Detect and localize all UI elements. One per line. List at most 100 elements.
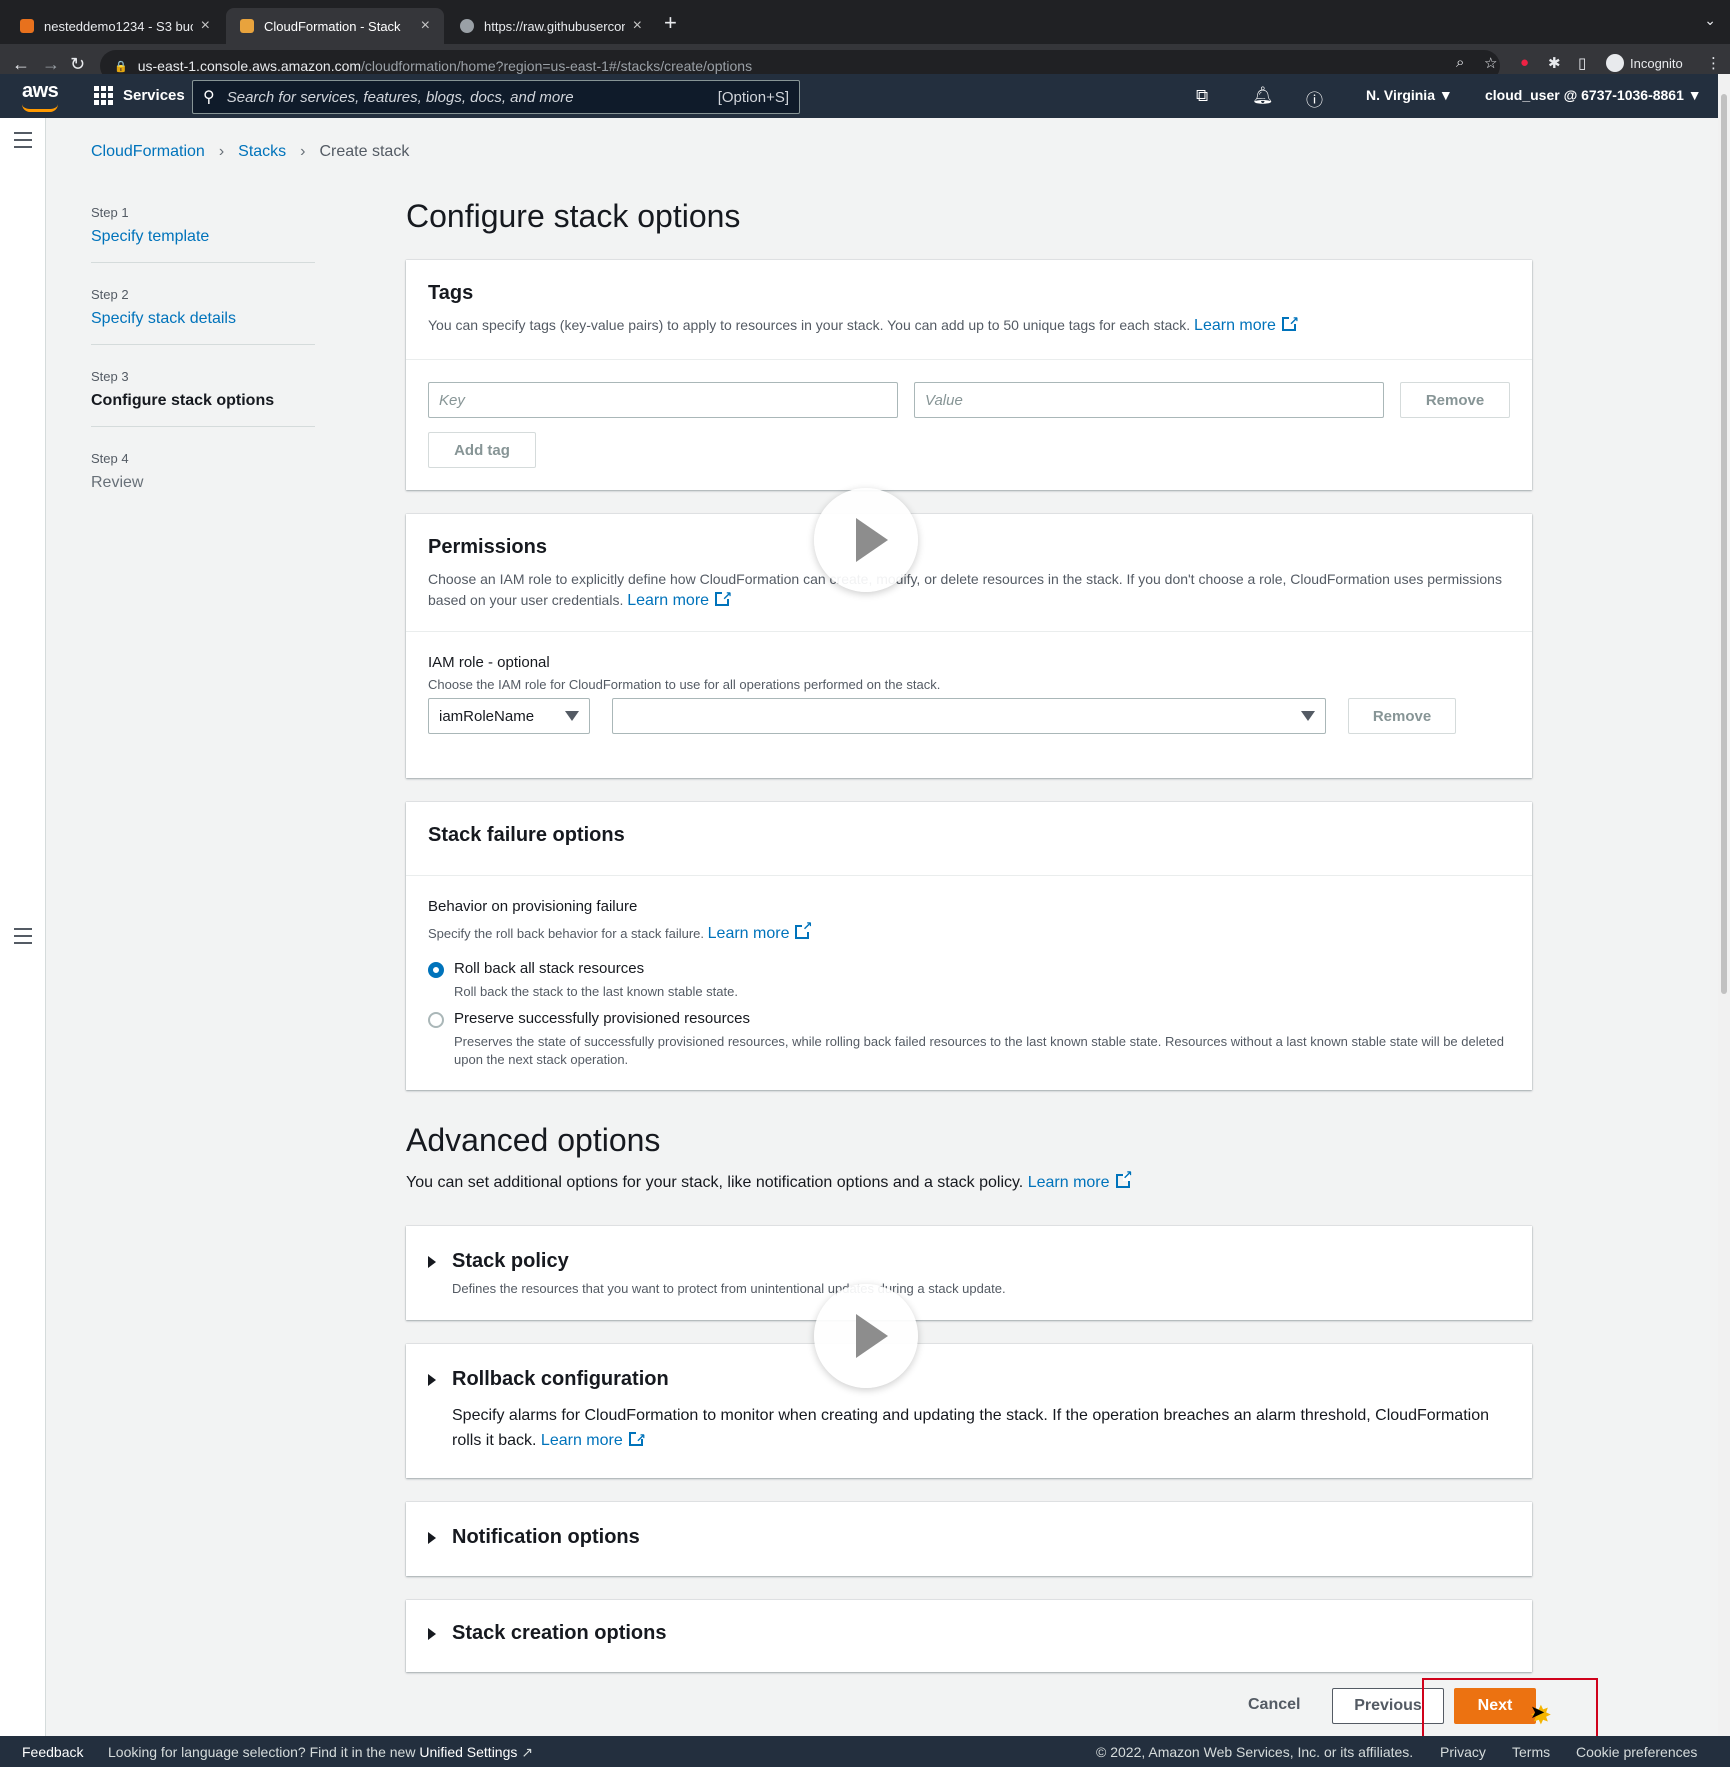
notification-options-section[interactable]: Notification options bbox=[406, 1502, 1532, 1576]
iam-role-name-select[interactable] bbox=[612, 698, 1326, 734]
failure-learn-more-link[interactable]: Learn more bbox=[708, 925, 790, 942]
step-number: Step 1 bbox=[91, 205, 129, 220]
chevron-right-icon: › bbox=[218, 143, 225, 160]
failure-behavior-description: Specify the roll back behavior for a sta… bbox=[428, 919, 812, 943]
caret-right-icon bbox=[428, 1627, 436, 1640]
permissions-panel: Permissions Choose an IAM role to explic… bbox=[406, 514, 1532, 778]
iam-role-type-select[interactable]: iamRoleName bbox=[428, 698, 590, 734]
region-selector[interactable]: N. Virginia ▼ bbox=[1366, 87, 1453, 103]
menu-hamburger-icon[interactable] bbox=[14, 132, 32, 153]
external-link-icon bbox=[715, 586, 732, 607]
rollback-configuration-header[interactable]: Rollback configuration bbox=[428, 1368, 1510, 1391]
notification-options-header[interactable]: Notification options bbox=[428, 1526, 1510, 1549]
page-scrollbar[interactable] bbox=[1718, 74, 1730, 1736]
feedback-link[interactable]: Feedback bbox=[22, 1744, 83, 1760]
url-host: us-east-1.console.aws.amazon.com bbox=[137, 58, 362, 74]
rollback-configuration-section[interactable]: Rollback configuration Specify alarms fo… bbox=[406, 1344, 1532, 1478]
aws-top-nav: aws Services ⚲ Search for services, feat… bbox=[0, 74, 1718, 118]
iam-role-description: Choose the IAM role for CloudFormation t… bbox=[428, 677, 941, 692]
side-panel-icon[interactable]: ▯ bbox=[1578, 54, 1586, 72]
privacy-link[interactable]: Privacy bbox=[1440, 1744, 1486, 1760]
rollback-configuration-title: Rollback configuration bbox=[452, 1368, 669, 1390]
reload-icon[interactable]: ↻ bbox=[70, 54, 85, 75]
step-link-specify-template[interactable]: Specify template bbox=[91, 228, 315, 246]
step-number: Step 4 bbox=[91, 451, 129, 466]
bookmark-star-icon[interactable]: ☆ bbox=[1484, 54, 1497, 72]
services-label: Services bbox=[123, 87, 185, 104]
stack-creation-options-section[interactable]: Stack creation options bbox=[406, 1600, 1532, 1672]
notifications-bell-icon[interactable]: 🔔︎ bbox=[1252, 86, 1274, 106]
radio-preserve-provisioned[interactable]: Preserve successfully provisioned resour… bbox=[428, 1010, 1504, 1069]
tab-search-chevron-icon[interactable]: ⌄ bbox=[1704, 12, 1716, 29]
rollback-learn-more-link[interactable]: Learn more bbox=[541, 1432, 623, 1449]
add-tag-button[interactable]: Add tag bbox=[428, 432, 536, 468]
close-tab-icon[interactable]: × bbox=[201, 17, 210, 35]
video-play-icon[interactable] bbox=[814, 1284, 918, 1388]
terms-link[interactable]: Terms bbox=[1512, 1744, 1550, 1760]
browser-tab-s3[interactable]: nesteddemo1234 - S3 bucket × bbox=[6, 8, 224, 44]
unified-settings-link[interactable]: Unified Settings bbox=[419, 1744, 517, 1760]
step-link-specify-stack-details[interactable]: Specify stack details bbox=[91, 310, 315, 328]
cloudshell-icon[interactable]: ⧉ bbox=[1196, 86, 1208, 106]
search-shortcut-hint: [Option+S] bbox=[717, 88, 789, 106]
permissions-description: Choose an IAM role to explicitly define … bbox=[428, 569, 1510, 611]
browser-menu-icon[interactable]: ⋮ bbox=[1706, 54, 1721, 72]
aws-logo[interactable]: aws bbox=[22, 80, 59, 112]
tags-learn-more-link[interactable]: Learn more bbox=[1194, 317, 1276, 334]
caret-right-icon bbox=[428, 1255, 436, 1268]
browser-tab-cloudformation[interactable]: CloudFormation - Stack × bbox=[226, 8, 444, 44]
advanced-options-description: You can set additional options for your … bbox=[406, 1168, 1133, 1192]
forward-arrow-icon[interactable]: → bbox=[42, 54, 60, 75]
breadcrumb-cloudformation[interactable]: CloudFormation bbox=[91, 143, 205, 161]
browser-tab-github-raw[interactable]: https://raw.githubusercontent.c × bbox=[446, 8, 656, 44]
stack-creation-options-header[interactable]: Stack creation options bbox=[428, 1622, 1510, 1645]
browser-tab-bar: nesteddemo1234 - S3 bucket × CloudFormat… bbox=[0, 0, 1730, 44]
scrollbar-thumb[interactable] bbox=[1721, 94, 1727, 994]
radio-roll-back-all[interactable]: Roll back all stack resources Roll back … bbox=[428, 960, 1504, 1001]
iam-role-type-value: iamRoleName bbox=[439, 707, 535, 725]
tag-remove-button[interactable]: Remove bbox=[1400, 382, 1510, 418]
cancel-button[interactable]: Cancel bbox=[1248, 1696, 1300, 1714]
extensions-puzzle-icon[interactable]: ✱ bbox=[1548, 54, 1561, 72]
wizard-step-4: Step 4 Review bbox=[91, 451, 315, 508]
copyright-text: © 2022, Amazon Web Services, Inc. or its… bbox=[1096, 1744, 1414, 1760]
account-menu[interactable]: cloud_user @ 6737-1036-8861 ▼ bbox=[1485, 87, 1702, 103]
zoom-icon[interactable]: ⌕ bbox=[1456, 54, 1464, 71]
caret-right-icon bbox=[428, 1531, 436, 1544]
incognito-profile[interactable]: Incognito bbox=[1606, 54, 1683, 72]
services-menu-button[interactable]: Services bbox=[94, 86, 185, 105]
caret-right-icon bbox=[428, 1373, 436, 1386]
back-arrow-icon[interactable]: ← bbox=[12, 54, 30, 75]
tab-title: https://raw.githubusercontent.c bbox=[484, 18, 625, 34]
new-tab-plus-icon[interactable]: + bbox=[664, 10, 677, 36]
tag-key-input[interactable] bbox=[428, 382, 898, 418]
url-path: /cloudformation/home?region=us-east-1#/s… bbox=[361, 58, 753, 74]
language-hint-text: Looking for language selection? Find it … bbox=[108, 1744, 416, 1760]
service-search-input[interactable]: ⚲ Search for services, features, blogs, … bbox=[192, 80, 800, 114]
cookie-preferences-link[interactable]: Cookie preferences bbox=[1576, 1744, 1697, 1760]
incognito-icon bbox=[1606, 54, 1624, 72]
advanced-learn-more-link[interactable]: Learn more bbox=[1028, 1174, 1110, 1191]
advanced-desc-text: You can set additional options for your … bbox=[406, 1174, 1024, 1191]
search-icon: ⚲ bbox=[203, 89, 215, 106]
video-play-icon[interactable] bbox=[814, 488, 918, 592]
step-number: Step 2 bbox=[91, 287, 129, 302]
extension-record-icon[interactable]: ● bbox=[1520, 54, 1529, 71]
permissions-learn-more-link[interactable]: Learn more bbox=[627, 592, 709, 609]
stack-policy-section[interactable]: Stack policy Defines the resources that … bbox=[406, 1226, 1532, 1320]
tag-value-input[interactable] bbox=[914, 382, 1384, 418]
close-tab-icon[interactable]: × bbox=[421, 17, 430, 35]
help-panel-hamburger-icon[interactable] bbox=[14, 928, 32, 949]
mouse-pointer-icon: ➤ bbox=[1530, 1702, 1546, 1722]
radio-selected-icon[interactable] bbox=[428, 962, 444, 978]
stack-policy-header[interactable]: Stack policy bbox=[428, 1250, 1510, 1273]
aws-smile-icon bbox=[22, 104, 58, 112]
help-icon[interactable]: ⓘ bbox=[1306, 86, 1323, 111]
rollback-configuration-description: Specify alarms for CloudFormation to mon… bbox=[452, 1403, 1510, 1453]
grid-icon bbox=[94, 86, 113, 105]
radio-unselected-icon[interactable] bbox=[428, 1012, 444, 1028]
wizard-step-2: Step 2 Specify stack details bbox=[91, 287, 315, 345]
iam-role-remove-button[interactable]: Remove bbox=[1348, 698, 1456, 734]
breadcrumb-stacks[interactable]: Stacks bbox=[238, 143, 286, 161]
close-tab-icon[interactable]: × bbox=[633, 17, 642, 35]
